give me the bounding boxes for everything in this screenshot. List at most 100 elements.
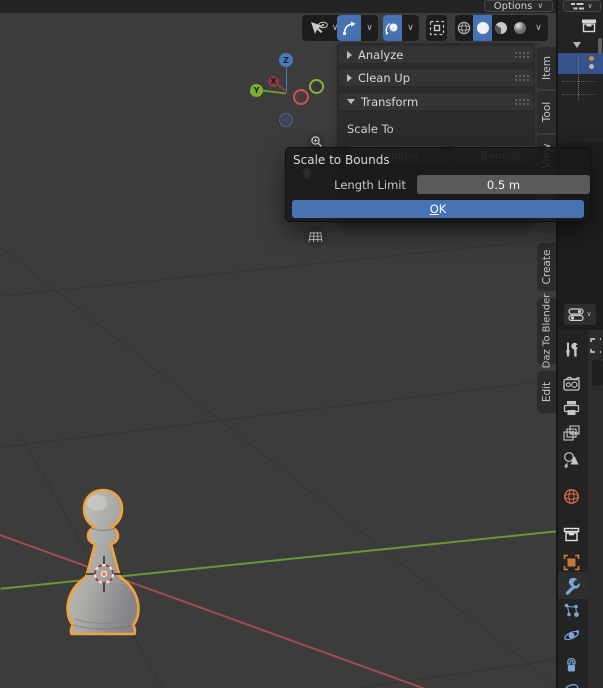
wrench-icon xyxy=(565,577,580,595)
material-sphere-icon xyxy=(494,22,507,35)
dialog-title: Scale to Bounds xyxy=(293,153,390,167)
tab-scene-properties[interactable] xyxy=(562,450,580,468)
sidebar-tab-edit[interactable]: Edit xyxy=(537,371,556,413)
grid-line xyxy=(0,379,556,448)
grid-line xyxy=(1,659,556,688)
outliner-tree-row[interactable] xyxy=(562,94,596,95)
panel-label: Analyze xyxy=(358,47,404,62)
cursor-3d-icon xyxy=(86,556,122,592)
shading-material-button[interactable] xyxy=(492,15,510,41)
snapping-dropdown[interactable]: ∨ xyxy=(361,15,378,41)
sidebar-tab-item[interactable]: Item xyxy=(537,47,556,89)
tab-collection-properties[interactable] xyxy=(562,525,580,543)
tab-data-properties[interactable] xyxy=(562,678,580,688)
tab-particles-properties[interactable] xyxy=(562,601,580,619)
constraints-icon xyxy=(566,657,576,671)
gizmo-z-line xyxy=(285,66,287,92)
tab-world-properties[interactable] xyxy=(562,487,580,505)
tab-tool-properties[interactable] xyxy=(562,340,580,358)
disclosure-triangle-icon xyxy=(347,50,352,59)
shading-dropdown[interactable]: ∨ xyxy=(529,15,548,41)
topbar-divider xyxy=(556,0,558,13)
tool-icon xyxy=(565,342,578,356)
proportional-editing-toggle[interactable] xyxy=(383,15,402,41)
shading-rendered-button[interactable] xyxy=(510,15,529,41)
topbar: Options ∨ ∨ xyxy=(0,0,603,13)
printer-icon xyxy=(563,401,579,415)
panel-header-analyze[interactable]: Analyze xyxy=(339,46,533,63)
gizmo-x-ball[interactable]: X xyxy=(268,76,279,87)
shading-mode-group: ∨ xyxy=(455,15,548,41)
outliner-expand-triangle[interactable] xyxy=(573,42,581,48)
scale-to-label: Scale To xyxy=(347,122,394,136)
panel-label: Transform xyxy=(361,94,419,109)
shading-solid-button[interactable] xyxy=(473,15,492,41)
rendered-sphere-icon xyxy=(513,22,526,34)
gizmo-z-neg-ball[interactable] xyxy=(279,113,293,127)
sidebar-tab-daz-to-blender[interactable]: Daz To Blender xyxy=(537,294,556,368)
scene-icon xyxy=(563,451,578,468)
xray-icon xyxy=(429,20,444,36)
length-limit-field[interactable]: 0.5 m xyxy=(417,175,590,194)
properties-toggles-icon xyxy=(568,308,585,321)
tab-output-properties[interactable] xyxy=(562,399,580,417)
snap-icon xyxy=(342,21,355,35)
wireframe-sphere-icon xyxy=(457,21,471,35)
particles-icon xyxy=(564,603,579,617)
options-button[interactable]: Options ∨ xyxy=(484,0,553,12)
image-stack-icon xyxy=(562,424,580,441)
grip-handle-icon[interactable] xyxy=(515,75,517,77)
outliner-scrollbar[interactable] xyxy=(598,38,602,54)
proportional-editing-dropdown[interactable]: ∨ xyxy=(402,15,419,41)
world-icon xyxy=(563,488,579,504)
tab-physics-properties[interactable] xyxy=(562,626,580,644)
disclosure-triangle-icon xyxy=(347,99,355,104)
options-label: Options xyxy=(493,0,533,12)
collection-icon xyxy=(582,19,596,33)
outliner-filter-icon xyxy=(571,2,585,9)
partial-frame-icon xyxy=(590,338,601,353)
cursor-eye-icon xyxy=(310,21,328,34)
blender-window: Z X Y ∨ ∨ ∨ ∨ Analyze Clean Up Transform… xyxy=(0,0,603,688)
tab-object-properties[interactable] xyxy=(562,553,580,571)
physics-icon xyxy=(563,629,579,640)
object-square-icon xyxy=(563,554,579,570)
tab-render-properties[interactable] xyxy=(562,374,580,392)
xray-toggle[interactable] xyxy=(426,15,447,41)
object-data-icon xyxy=(589,64,594,69)
object-data-icon xyxy=(564,684,578,688)
gizmo-x-neg-ball[interactable] xyxy=(292,89,309,105)
tab-constraints-properties[interactable] xyxy=(562,656,580,674)
magnifier-icon xyxy=(310,135,322,147)
solid-sphere-icon xyxy=(476,22,489,34)
sidebar-tab-tool[interactable]: Tool xyxy=(537,91,556,133)
panel-header-clean-up[interactable]: Clean Up xyxy=(339,69,533,86)
tab-view-layer-properties[interactable] xyxy=(562,424,580,442)
outliner-display-mode-dropdown[interactable]: ∨ xyxy=(563,0,601,12)
tab-modifier-properties[interactable] xyxy=(562,577,580,595)
editor-type-dropdown[interactable]: ∨ xyxy=(563,303,597,326)
disclosure-triangle-icon xyxy=(347,73,352,82)
shading-wireframe-button[interactable] xyxy=(455,15,473,41)
snapping-toggle[interactable] xyxy=(337,15,361,41)
length-limit-label: Length Limit xyxy=(334,178,406,192)
collection-box-icon xyxy=(563,527,579,541)
panel-header-transform[interactable]: Transform xyxy=(339,93,533,110)
grip-handle-icon[interactable] xyxy=(515,99,517,101)
partial-button xyxy=(592,360,603,386)
gizmo-z-ball[interactable]: Z xyxy=(279,53,293,67)
perspective-toggle-control[interactable] xyxy=(304,226,326,248)
grid-line xyxy=(0,238,556,297)
proportional-editing-icon xyxy=(385,22,398,35)
outliner-tree-row[interactable] xyxy=(562,81,596,82)
gizmo-y-neg-ball[interactable] xyxy=(308,78,324,94)
gizmo-y-ball[interactable]: Y xyxy=(250,84,263,97)
sidebar-tab-create[interactable]: Create xyxy=(537,243,556,291)
length-limit-value: 0.5 m xyxy=(486,177,521,192)
camera-back-icon xyxy=(562,376,580,391)
outliner-selected-row[interactable] xyxy=(558,53,603,74)
panel-label: Clean Up xyxy=(358,70,411,85)
grip-handle-icon[interactable] xyxy=(515,52,517,54)
mesh-object-icon xyxy=(589,56,594,61)
ok-button[interactable]: OK xyxy=(292,200,584,218)
